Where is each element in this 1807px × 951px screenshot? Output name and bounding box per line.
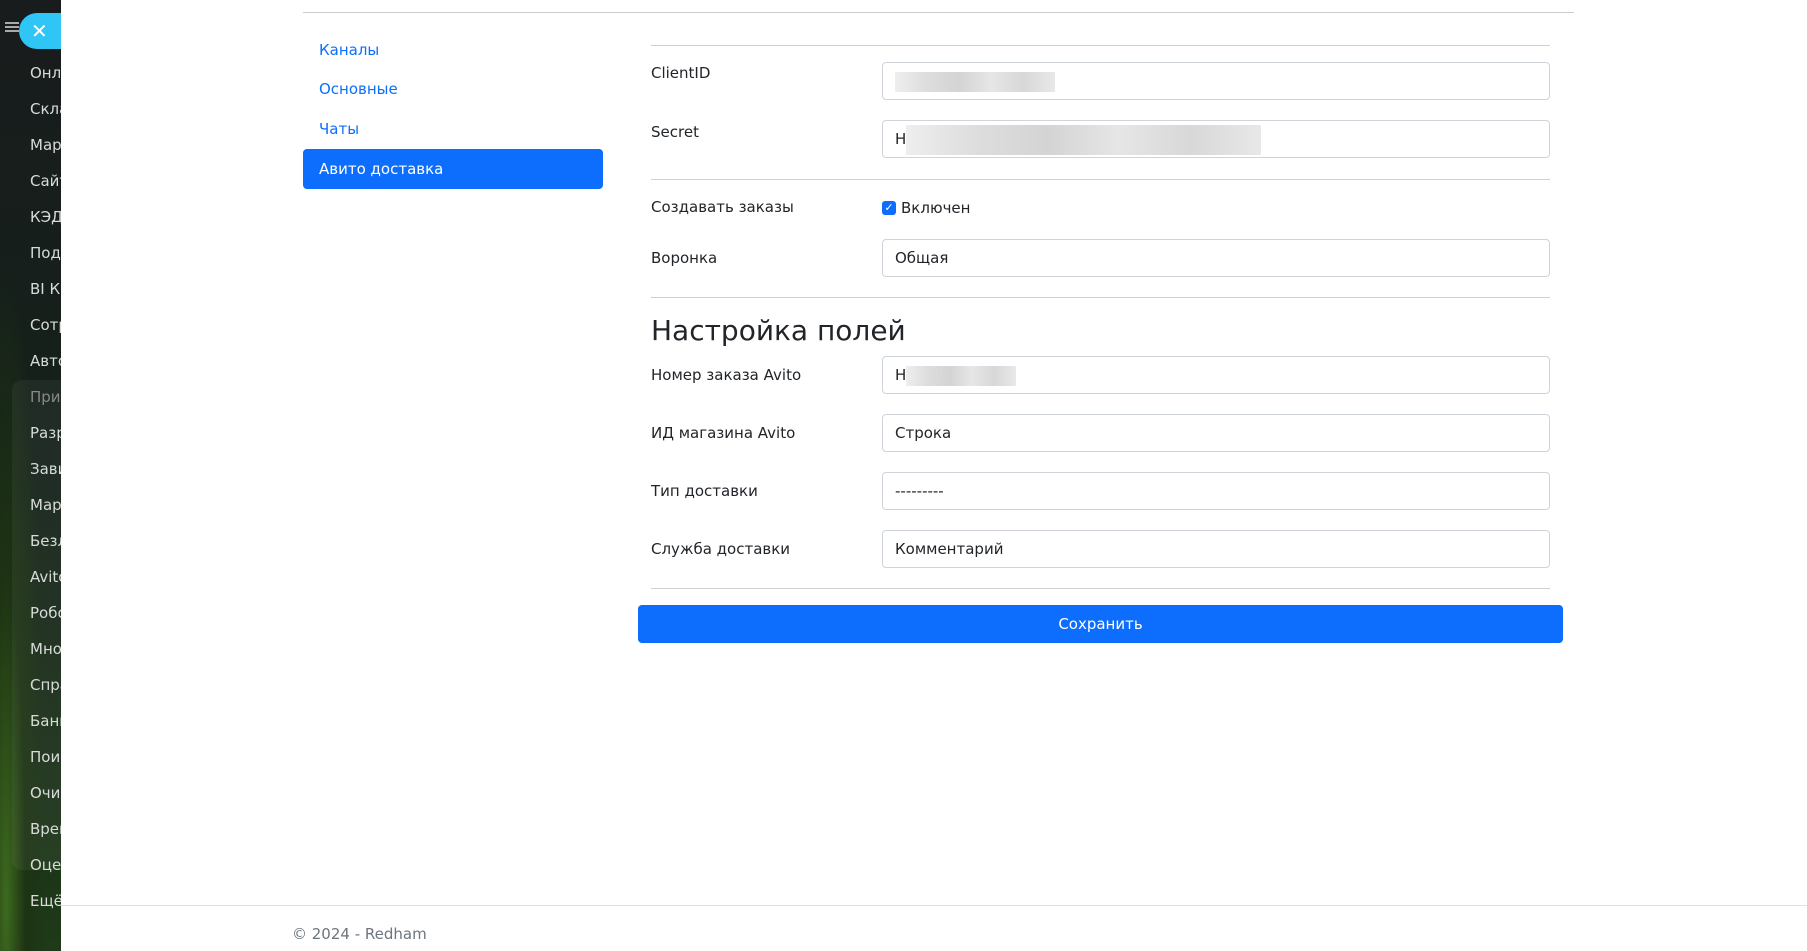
sidebar-item[interactable]: Ещё — [30, 892, 61, 910]
delivery-type-label: Тип доставки — [651, 482, 758, 500]
delivery-type-select[interactable]: --------- — [882, 472, 1550, 510]
sidebar-item[interactable]: Онла — [30, 64, 61, 82]
app-sidebar: ✕ Онла Скла Мар Сайт КЭД Подп BI Ко Сотр Авто При… — [0, 0, 61, 951]
create-orders-label: Создавать заказы — [651, 198, 794, 216]
close-button[interactable]: ✕ — [19, 13, 61, 49]
order-number-value: Н — [895, 366, 907, 384]
section-title: Настройка полей — [651, 314, 906, 347]
sidebar-item[interactable]: Подп — [30, 244, 61, 262]
divider — [651, 588, 1550, 589]
redacted-value — [906, 365, 1017, 386]
sidebar-item[interactable]: Зави — [30, 460, 61, 478]
client-id-label: ClientID — [651, 64, 711, 82]
divider — [651, 45, 1550, 46]
sidebar-item[interactable]: Скла — [30, 100, 61, 118]
sidebar-item[interactable]: Безл — [30, 532, 61, 550]
sidebar-item[interactable]: Робо — [30, 604, 61, 622]
funnel-select[interactable]: Общая — [882, 239, 1550, 277]
secret-value: Н — [895, 130, 907, 148]
sidebar-item[interactable]: Авто — [30, 352, 61, 370]
save-button[interactable]: Сохранить — [638, 605, 1563, 643]
redacted-value — [906, 124, 1262, 155]
footer-divider — [61, 905, 1807, 906]
secret-label: Secret — [651, 123, 699, 141]
sidebar-item[interactable]: Мно — [30, 640, 61, 658]
nav-item-chats[interactable]: Чаты — [303, 109, 603, 149]
footer-copyright: © 2024 - Redham — [292, 925, 427, 943]
sidebar-item[interactable]: Мар — [30, 496, 61, 514]
sidebar-item[interactable]: Спра — [30, 676, 61, 694]
sidebar-item[interactable]: Разр — [30, 424, 61, 442]
sidebar-item[interactable]: Сотр — [30, 316, 61, 334]
secret-input[interactable]: Н — [882, 120, 1550, 158]
sidebar-item[interactable]: Очис — [30, 784, 61, 802]
sidebar-item[interactable]: Прил — [30, 388, 61, 406]
sidebar-item[interactable]: Поис — [30, 748, 61, 766]
order-number-select[interactable]: Н — [882, 356, 1550, 394]
sidebar-item[interactable]: Сайт — [30, 172, 61, 190]
redacted-value — [895, 71, 1055, 92]
sidebar-item[interactable]: Врем — [30, 820, 61, 838]
nav-item-channels[interactable]: Каналы — [303, 30, 603, 70]
checkbox-label: Включен — [901, 199, 971, 217]
delivery-service-select[interactable]: Комментарий — [882, 530, 1550, 568]
sidebar-item[interactable]: Оцен — [30, 856, 61, 874]
sidebar-item[interactable]: КЭД — [30, 208, 61, 226]
sidebar-item[interactable]: Мар — [30, 136, 61, 154]
nav-item-general[interactable]: Основные — [303, 69, 603, 109]
divider — [303, 12, 1574, 13]
funnel-label: Воронка — [651, 249, 718, 267]
sidebar-item[interactable]: Avito — [30, 568, 61, 586]
nav-item-avito-delivery[interactable]: Авито доставка — [303, 149, 603, 189]
delivery-service-label: Служба доставки — [651, 540, 791, 558]
client-id-input[interactable] — [882, 62, 1550, 100]
checkbox-checked-icon[interactable]: ✓ — [882, 201, 896, 215]
divider — [651, 297, 1550, 298]
shop-id-select[interactable]: Строка — [882, 414, 1550, 452]
shop-id-label: ИД магазина Avito — [651, 424, 796, 442]
create-orders-checkbox[interactable]: ✓ Включен — [882, 199, 970, 217]
sidebar-item[interactable]: Банк — [30, 712, 61, 730]
divider — [651, 179, 1550, 180]
order-number-label: Номер заказа Avito — [651, 366, 802, 384]
sidebar-item[interactable]: BI Ко — [30, 280, 61, 298]
menu-icon[interactable] — [5, 22, 19, 32]
